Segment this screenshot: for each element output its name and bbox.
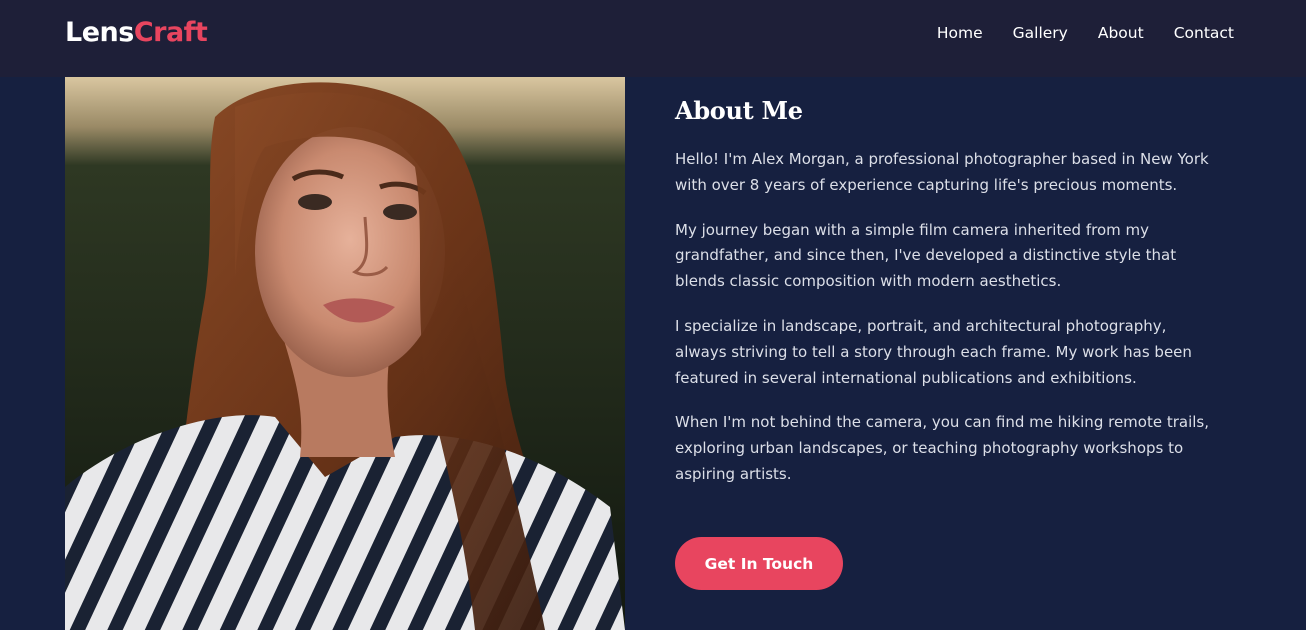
- main-nav: Home Gallery About Contact: [937, 24, 1234, 42]
- about-paragraph-1: Hello! I'm Alex Morgan, a professional p…: [675, 150, 1209, 194]
- about-section: About Me Hello! I'm Alex Morgan, a profe…: [675, 96, 1235, 507]
- brand-name-accent: Craft: [133, 17, 208, 48]
- site-header: LensCraft Home Gallery About Contact: [0, 0, 1306, 77]
- nav-link-gallery[interactable]: Gallery: [1013, 24, 1068, 42]
- about-paragraph-3: I specialize in landscape, portrait, and…: [675, 316, 1192, 387]
- brand-logo[interactable]: LensCraft: [65, 17, 208, 48]
- about-paragraph-2: My journey began with a simple film came…: [675, 220, 1177, 291]
- nav-link-about[interactable]: About: [1098, 24, 1144, 42]
- brand-name-primary: Lens: [65, 17, 134, 48]
- nav-link-home[interactable]: Home: [937, 24, 983, 42]
- about-paragraph-4: When I'm not behind the camera, you can …: [675, 413, 1209, 483]
- page-title: About Me: [675, 96, 803, 125]
- nav-link-contact[interactable]: Contact: [1174, 24, 1234, 42]
- get-in-touch-button[interactable]: Get In Touch: [675, 537, 843, 590]
- portrait-photo: [65, 77, 625, 630]
